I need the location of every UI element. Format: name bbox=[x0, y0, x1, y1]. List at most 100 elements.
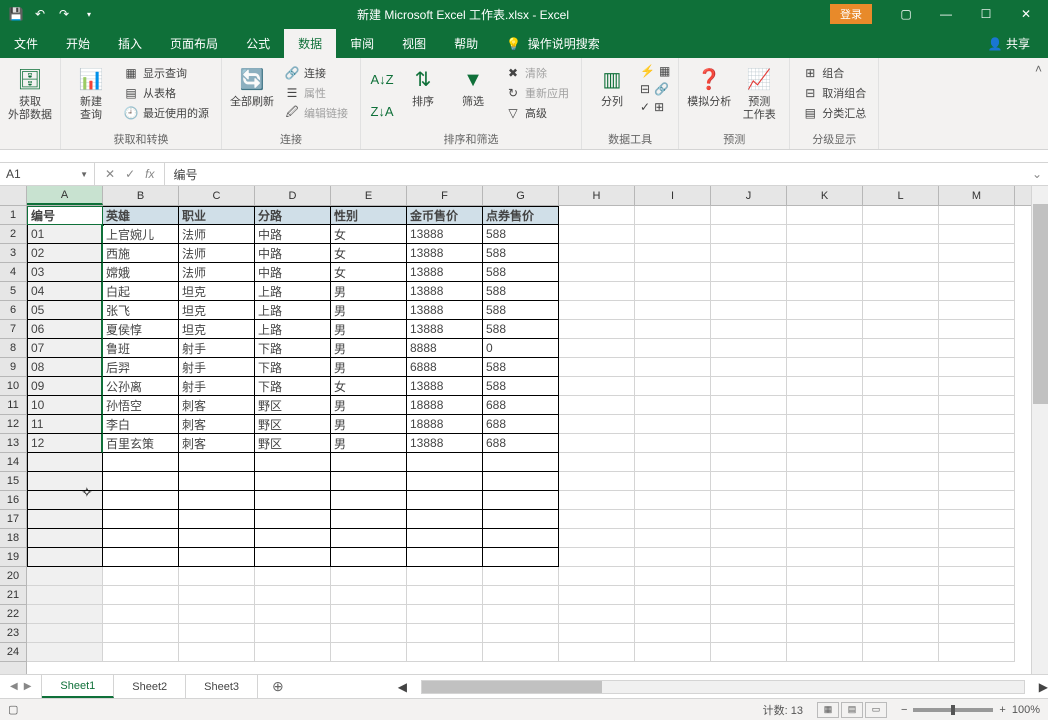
cell[interactable] bbox=[103, 605, 179, 624]
text-to-columns-button[interactable]: ▥分列 bbox=[590, 64, 634, 109]
cell[interactable] bbox=[483, 491, 559, 510]
cell[interactable]: 百里玄策 bbox=[103, 434, 179, 453]
login-button[interactable]: 登录 bbox=[830, 4, 872, 24]
cell[interactable] bbox=[179, 510, 255, 529]
formula-input[interactable]: 编号 bbox=[164, 163, 1025, 185]
cell[interactable] bbox=[407, 472, 483, 491]
cell[interactable] bbox=[635, 453, 711, 472]
cell[interactable] bbox=[27, 643, 103, 662]
sheet-tab-Sheet1[interactable]: Sheet1 bbox=[42, 675, 114, 698]
cell[interactable] bbox=[711, 510, 787, 529]
column-header-E[interactable]: E bbox=[331, 186, 407, 205]
cell[interactable] bbox=[559, 453, 635, 472]
cell[interactable] bbox=[863, 548, 939, 567]
column-header-B[interactable]: B bbox=[103, 186, 179, 205]
cell[interactable] bbox=[255, 510, 331, 529]
cell[interactable] bbox=[179, 624, 255, 643]
cell[interactable] bbox=[483, 586, 559, 605]
cell[interactable] bbox=[635, 225, 711, 244]
row-header-10[interactable]: 10 bbox=[0, 377, 26, 396]
cell[interactable] bbox=[863, 244, 939, 263]
cell[interactable]: 编号 bbox=[27, 206, 103, 225]
cell[interactable] bbox=[559, 339, 635, 358]
cell[interactable]: 野区 bbox=[255, 415, 331, 434]
cell[interactable]: 588 bbox=[483, 320, 559, 339]
cell[interactable] bbox=[863, 472, 939, 491]
refresh-all-button[interactable]: 🔄全部刷新 bbox=[230, 64, 274, 109]
cell[interactable] bbox=[863, 301, 939, 320]
row-header-21[interactable]: 21 bbox=[0, 586, 26, 605]
cell[interactable] bbox=[787, 548, 863, 567]
cell[interactable] bbox=[635, 605, 711, 624]
cell[interactable]: 18888 bbox=[407, 415, 483, 434]
cell[interactable] bbox=[179, 548, 255, 567]
page-break-view-icon[interactable]: ▭ bbox=[865, 702, 887, 718]
cell[interactable] bbox=[711, 301, 787, 320]
cell[interactable] bbox=[939, 244, 1015, 263]
cell[interactable] bbox=[787, 605, 863, 624]
manage-model-icon[interactable]: ⊞ bbox=[654, 100, 664, 114]
cell[interactable] bbox=[483, 643, 559, 662]
cell[interactable] bbox=[407, 453, 483, 472]
cell[interactable] bbox=[407, 510, 483, 529]
cell[interactable]: 嫦娥 bbox=[103, 263, 179, 282]
cell[interactable]: 点券售价 bbox=[483, 206, 559, 225]
row-header-13[interactable]: 13 bbox=[0, 434, 26, 453]
subtotal-button[interactable]: ▤分类汇总 bbox=[798, 104, 870, 122]
cell[interactable] bbox=[559, 567, 635, 586]
cell[interactable]: 688 bbox=[483, 434, 559, 453]
cell[interactable] bbox=[939, 415, 1015, 434]
cell[interactable] bbox=[787, 282, 863, 301]
cell[interactable] bbox=[559, 244, 635, 263]
row-header-1[interactable]: 1 bbox=[0, 206, 26, 225]
forecast-button[interactable]: 📈预测 工作表 bbox=[737, 64, 781, 122]
cell[interactable]: 588 bbox=[483, 377, 559, 396]
cell[interactable] bbox=[407, 491, 483, 510]
cell[interactable] bbox=[331, 548, 407, 567]
cell[interactable]: 13888 bbox=[407, 320, 483, 339]
cell[interactable]: 13888 bbox=[407, 263, 483, 282]
cell[interactable]: 下路 bbox=[255, 339, 331, 358]
group-button[interactable]: ⊞组合 bbox=[798, 64, 870, 82]
cell[interactable]: 588 bbox=[483, 358, 559, 377]
cell[interactable] bbox=[711, 377, 787, 396]
cell[interactable] bbox=[635, 491, 711, 510]
column-header-F[interactable]: F bbox=[407, 186, 483, 205]
cell[interactable]: 白起 bbox=[103, 282, 179, 301]
cell[interactable]: 野区 bbox=[255, 434, 331, 453]
cell[interactable] bbox=[863, 358, 939, 377]
cell[interactable]: 上路 bbox=[255, 282, 331, 301]
cell[interactable] bbox=[103, 510, 179, 529]
cell[interactable] bbox=[407, 605, 483, 624]
fx-icon[interactable]: fx bbox=[145, 167, 154, 181]
cell[interactable] bbox=[635, 567, 711, 586]
qat-customize-icon[interactable] bbox=[80, 6, 96, 22]
cell[interactable] bbox=[711, 624, 787, 643]
new-query-button[interactable]: 📊新建 查询 bbox=[69, 64, 113, 122]
save-icon[interactable]: 💾 bbox=[8, 6, 24, 22]
row-header-20[interactable]: 20 bbox=[0, 567, 26, 586]
column-header-L[interactable]: L bbox=[863, 186, 939, 205]
cell[interactable] bbox=[27, 586, 103, 605]
cell[interactable] bbox=[863, 377, 939, 396]
cell[interactable] bbox=[711, 263, 787, 282]
cell[interactable] bbox=[635, 358, 711, 377]
row-header-7[interactable]: 7 bbox=[0, 320, 26, 339]
cell[interactable] bbox=[559, 548, 635, 567]
cell[interactable]: 鲁班 bbox=[103, 339, 179, 358]
share-button[interactable]: 👤 共享 bbox=[970, 29, 1048, 58]
maximize-icon[interactable]: ☐ bbox=[968, 4, 1004, 24]
cell[interactable] bbox=[939, 643, 1015, 662]
cell[interactable]: 18888 bbox=[407, 396, 483, 415]
cell[interactable] bbox=[787, 415, 863, 434]
cell[interactable] bbox=[787, 320, 863, 339]
cell[interactable] bbox=[863, 453, 939, 472]
cell[interactable] bbox=[711, 396, 787, 415]
cell[interactable]: 02 bbox=[27, 244, 103, 263]
tab-插入[interactable]: 插入 bbox=[104, 29, 156, 58]
cell[interactable] bbox=[939, 624, 1015, 643]
hscroll-right-icon[interactable]: ▶ bbox=[1039, 680, 1048, 694]
cell[interactable] bbox=[179, 567, 255, 586]
cell[interactable] bbox=[483, 624, 559, 643]
cell[interactable] bbox=[559, 377, 635, 396]
